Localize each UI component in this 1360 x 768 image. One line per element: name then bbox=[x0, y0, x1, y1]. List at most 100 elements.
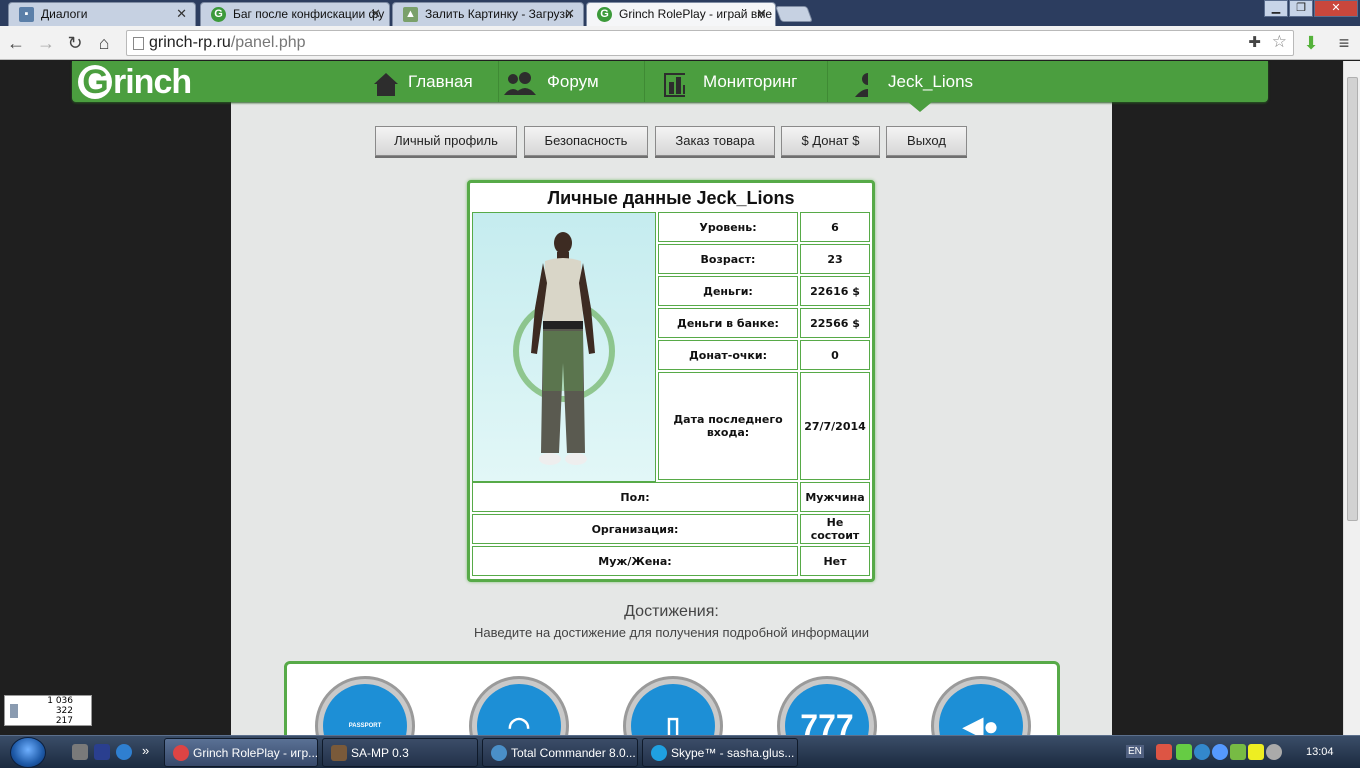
task-label: Grinch RolePlay - игр... bbox=[193, 746, 318, 760]
star-icon[interactable]: ☆ bbox=[1272, 32, 1287, 52]
address-bar[interactable]: grinch-rp.ru/panel.php ✚ ☆ bbox=[126, 30, 1294, 56]
achievement-777[interactable]: 777 bbox=[777, 676, 877, 735]
reload-icon[interactable]: ↻ bbox=[63, 31, 87, 55]
browser-tab-strip: ▪ Диалоги ✕ G Баг после конфискации фу ✕… bbox=[0, 0, 1360, 26]
row-org-label: Организация: bbox=[472, 514, 798, 544]
donate-button[interactable]: $ Донат $ bbox=[781, 126, 880, 156]
samp-icon bbox=[331, 745, 347, 761]
counter-line2: 322 bbox=[55, 706, 73, 716]
row-age-label: Возраст: bbox=[658, 244, 798, 274]
chrome-icon bbox=[173, 745, 189, 761]
row-level-value: 6 bbox=[800, 212, 870, 242]
language-indicator[interactable]: EN bbox=[1126, 745, 1144, 758]
row-money-label: Деньги: bbox=[658, 276, 798, 306]
home-icon bbox=[374, 73, 398, 96]
skype-icon bbox=[651, 745, 667, 761]
nav-forum-label: Форум bbox=[547, 72, 599, 91]
forward-icon[interactable]: → bbox=[34, 31, 58, 55]
page-scrollbar[interactable] bbox=[1343, 61, 1360, 735]
close-icon[interactable]: ✕ bbox=[756, 6, 767, 22]
nav-user[interactable]: Jeck_Lions bbox=[827, 61, 997, 102]
passport-icon: PASSPORT bbox=[323, 684, 407, 735]
chevron-icon[interactable]: » bbox=[142, 743, 149, 758]
nav-forum[interactable]: Форум bbox=[498, 61, 643, 102]
download-icon[interactable]: ⬇ bbox=[1299, 31, 1323, 55]
image-icon: ▲ bbox=[403, 7, 418, 22]
tray-icon[interactable] bbox=[1176, 744, 1192, 760]
logo-text: rinch bbox=[113, 63, 192, 101]
row-org-value: Не состоит bbox=[800, 514, 870, 544]
mask-icon: ◠ bbox=[477, 684, 561, 735]
nav-monitoring[interactable]: Мониторинг bbox=[644, 61, 826, 102]
close-icon[interactable]: ✕ bbox=[370, 6, 381, 22]
row-donate-value: 0 bbox=[800, 340, 870, 370]
logout-button[interactable]: Выход bbox=[886, 126, 967, 156]
browser-toolbar: ← → ↻ ⌂ grinch-rp.ru/panel.php ✚ ☆ ⬇ ≡ bbox=[0, 26, 1360, 60]
row-gender-value: Мужчина bbox=[800, 482, 870, 512]
start-button[interactable] bbox=[10, 737, 46, 768]
home-icon[interactable]: ⌂ bbox=[92, 31, 116, 55]
scrollbar-thumb[interactable] bbox=[1347, 77, 1358, 521]
url-host: grinch-rp.ru bbox=[149, 34, 231, 51]
tray-icon[interactable] bbox=[1248, 744, 1264, 760]
character-figure bbox=[513, 232, 615, 465]
browser-tab-grinch[interactable]: G Grinch RolePlay - играй вме ✕ bbox=[586, 2, 776, 26]
tab-title: Баг после конфискации фу bbox=[233, 7, 385, 21]
profile-button[interactable]: Личный профиль bbox=[375, 126, 517, 156]
browser-tab-upload[interactable]: ▲ Залить Картинку - Загрузи ✕ bbox=[392, 2, 584, 26]
tray-icon[interactable] bbox=[1156, 744, 1172, 760]
row-money-value: 22616 $ bbox=[800, 276, 870, 306]
clock[interactable]: 13:04 bbox=[1306, 746, 1334, 758]
row-age-value: 23 bbox=[800, 244, 870, 274]
row-spouse-label: Муж/Жена: bbox=[472, 546, 798, 576]
fish-icon: ◀● bbox=[939, 684, 1023, 735]
achievement-door[interactable]: ▯ bbox=[623, 676, 723, 735]
minimize-button[interactable]: ▁ bbox=[1264, 0, 1288, 17]
new-tab-button[interactable] bbox=[775, 6, 813, 22]
task-chrome[interactable]: Grinch RolePlay - игр... bbox=[164, 738, 318, 767]
page-icon bbox=[133, 37, 144, 50]
nav-active-pointer bbox=[908, 102, 932, 112]
achievement-fish[interactable]: ◀● bbox=[931, 676, 1031, 735]
tray-icon[interactable] bbox=[1230, 744, 1246, 760]
quicklaunch-icon[interactable] bbox=[72, 744, 88, 760]
site-logo[interactable]: Grinch bbox=[78, 63, 192, 102]
achievements-subtitle: Наведите на достижение для получения под… bbox=[473, 625, 870, 640]
row-lastlogin-label: Дата последнего входа: bbox=[658, 372, 798, 480]
character-photo bbox=[472, 212, 656, 482]
task-samp[interactable]: SA-MP 0.3 bbox=[322, 738, 478, 767]
chat-icon: ▪ bbox=[19, 7, 34, 22]
row-spouse-value: Нет bbox=[800, 546, 870, 576]
nav-user-label: Jeck_Lions bbox=[888, 72, 974, 91]
row-lastlogin-value: 27/7/2014 bbox=[800, 372, 870, 480]
chart-icon bbox=[664, 73, 685, 97]
achievement-mask[interactable]: ◠ bbox=[469, 676, 569, 735]
browser-tab-bug[interactable]: G Баг после конфискации фу ✕ bbox=[200, 2, 390, 26]
volume-icon[interactable] bbox=[1266, 744, 1282, 760]
browser-tab-dialogs[interactable]: ▪ Диалоги ✕ bbox=[8, 2, 196, 26]
nav-home[interactable]: Главная bbox=[362, 61, 497, 102]
row-bank-value: 22566 $ bbox=[800, 308, 870, 338]
extension-icon[interactable]: ✚ bbox=[1248, 33, 1261, 51]
close-icon[interactable]: ✕ bbox=[564, 6, 575, 22]
counter-widget[interactable]: 1 036 322 217 bbox=[4, 695, 92, 726]
tab-title: Залить Картинку - Загрузи bbox=[425, 7, 572, 21]
close-icon[interactable]: ✕ bbox=[176, 6, 187, 22]
menu-icon[interactable]: ≡ bbox=[1332, 31, 1356, 55]
maximize-button[interactable]: ❐ bbox=[1289, 0, 1313, 17]
grinch-icon: G bbox=[211, 7, 226, 22]
tray-icon[interactable] bbox=[1212, 744, 1228, 760]
profile-card: Личные данные Jeck_Lions Уровень: 6 Возр… bbox=[467, 180, 875, 582]
task-label: Total Commander 8.0... bbox=[511, 746, 636, 760]
task-totalcmd[interactable]: Total Commander 8.0... bbox=[482, 738, 638, 767]
achievement-passport[interactable]: PASSPORT bbox=[315, 676, 415, 735]
nav-home-label: Главная bbox=[408, 72, 473, 91]
quicklaunch-icon[interactable] bbox=[94, 744, 110, 760]
order-button[interactable]: Заказ товара bbox=[655, 126, 775, 156]
ie-icon[interactable] bbox=[116, 744, 132, 760]
back-icon[interactable]: ← bbox=[4, 31, 28, 55]
close-window-button[interactable]: ✕ bbox=[1314, 0, 1358, 17]
task-skype[interactable]: Skype™ - sasha.glus... bbox=[642, 738, 798, 767]
security-button[interactable]: Безопасность bbox=[524, 126, 648, 156]
tray-icon[interactable] bbox=[1194, 744, 1210, 760]
